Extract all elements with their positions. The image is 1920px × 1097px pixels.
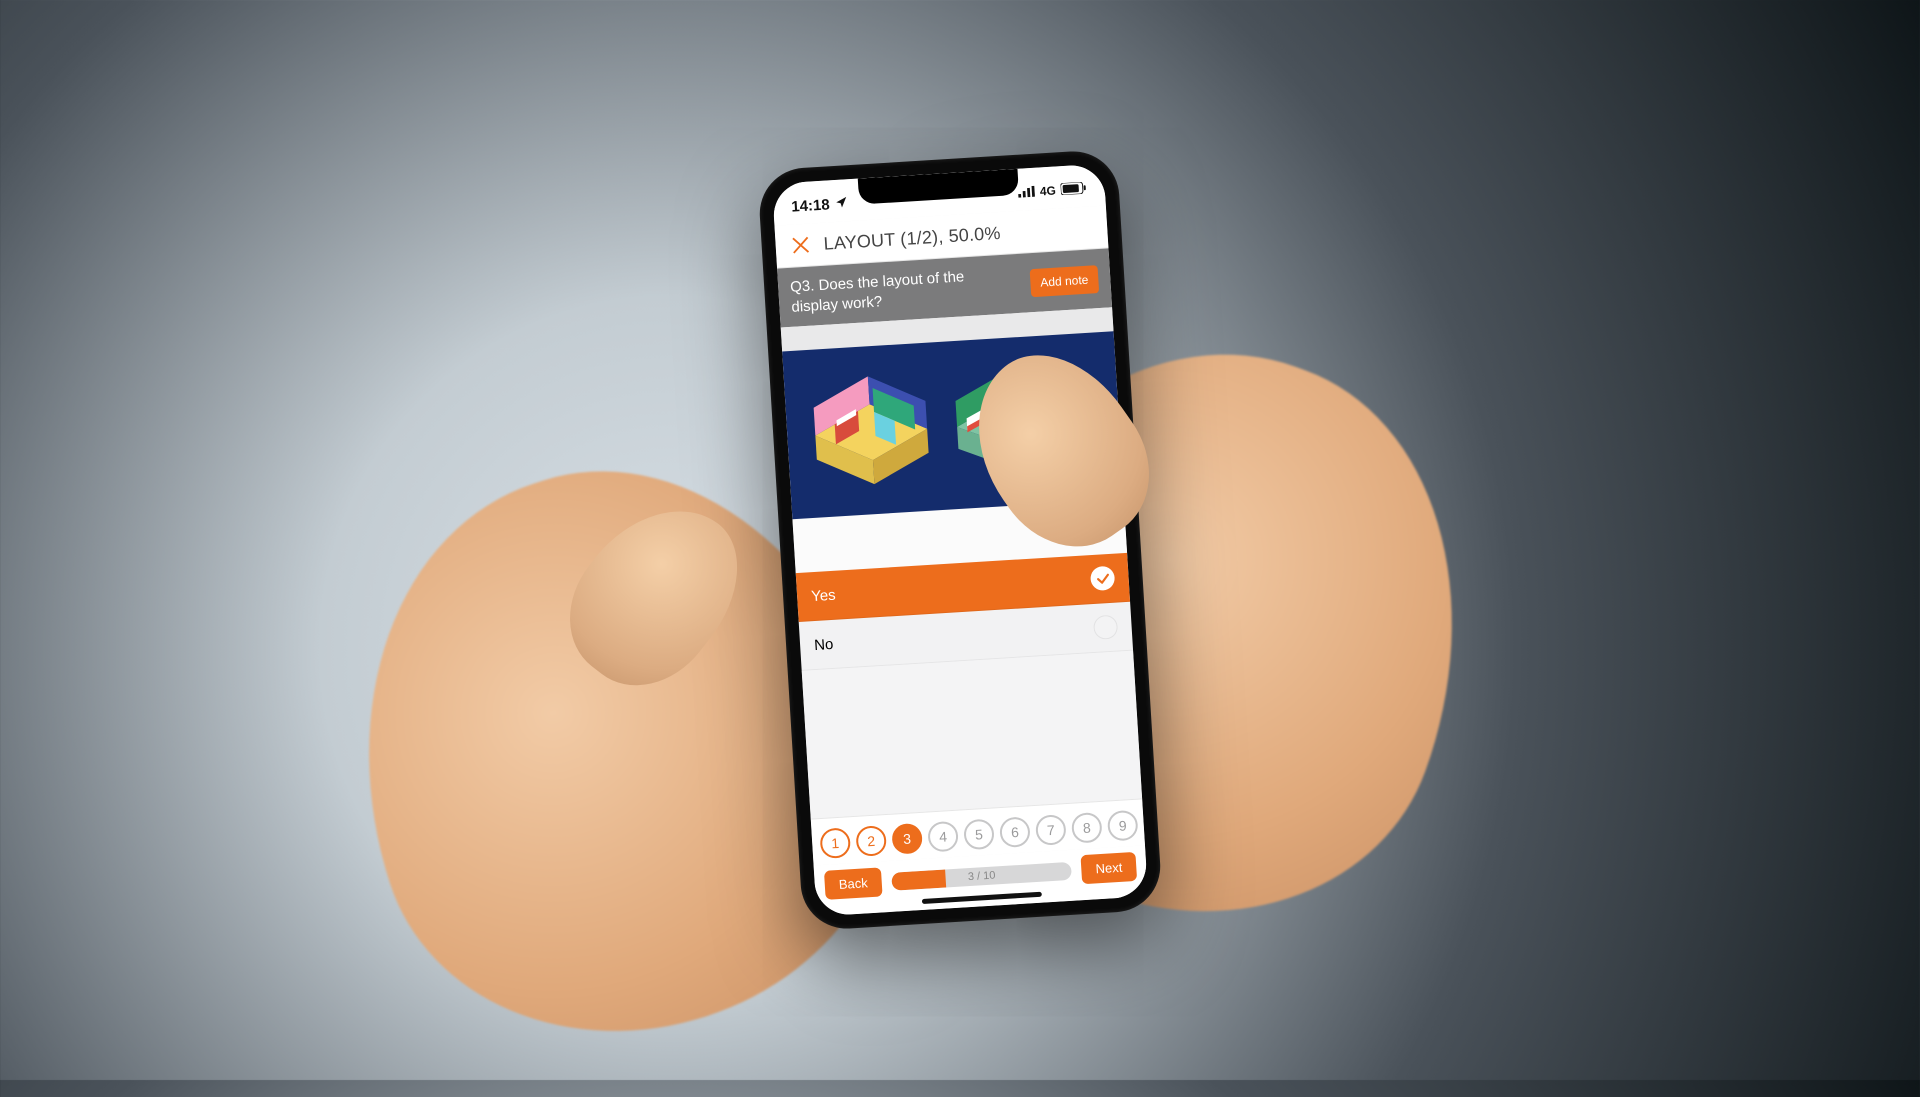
status-time: 14:18 bbox=[791, 196, 830, 215]
next-button[interactable]: Next bbox=[1081, 852, 1137, 884]
location-icon bbox=[835, 195, 849, 213]
radio-icon bbox=[1093, 615, 1118, 640]
option-label: Yes bbox=[811, 586, 836, 604]
progress-fill bbox=[891, 869, 946, 890]
pager-item-6[interactable]: 6 bbox=[999, 816, 1031, 848]
pager-item-2[interactable]: 2 bbox=[855, 825, 887, 857]
progress-bar: 3 / 10 bbox=[891, 861, 1072, 890]
battery-icon bbox=[1060, 180, 1087, 199]
close-button[interactable] bbox=[787, 231, 815, 259]
close-icon bbox=[789, 234, 812, 257]
content-area bbox=[802, 651, 1142, 819]
pager-item-7[interactable]: 7 bbox=[1035, 814, 1067, 846]
add-note-button[interactable]: Add note bbox=[1030, 265, 1100, 297]
page-title: LAYOUT (1/2), 50.0% bbox=[823, 222, 1001, 254]
pager-item-4[interactable]: 4 bbox=[927, 821, 959, 853]
pager-item-5[interactable]: 5 bbox=[963, 819, 995, 851]
pager-item-9[interactable]: 9 bbox=[1107, 810, 1139, 842]
network-label: 4G bbox=[1039, 184, 1056, 199]
option-label: No bbox=[814, 635, 834, 653]
pager-item-8[interactable]: 8 bbox=[1071, 812, 1103, 844]
back-button[interactable]: Back bbox=[824, 867, 883, 899]
progress-label: 3 / 10 bbox=[968, 869, 996, 883]
pager-item-1[interactable]: 1 bbox=[819, 827, 851, 859]
cellular-icon bbox=[1017, 183, 1035, 201]
check-icon bbox=[1090, 566, 1115, 591]
question-text: Q3. Does the layout of the display work? bbox=[790, 265, 1007, 317]
pager-item-3[interactable]: 3 bbox=[891, 823, 923, 855]
